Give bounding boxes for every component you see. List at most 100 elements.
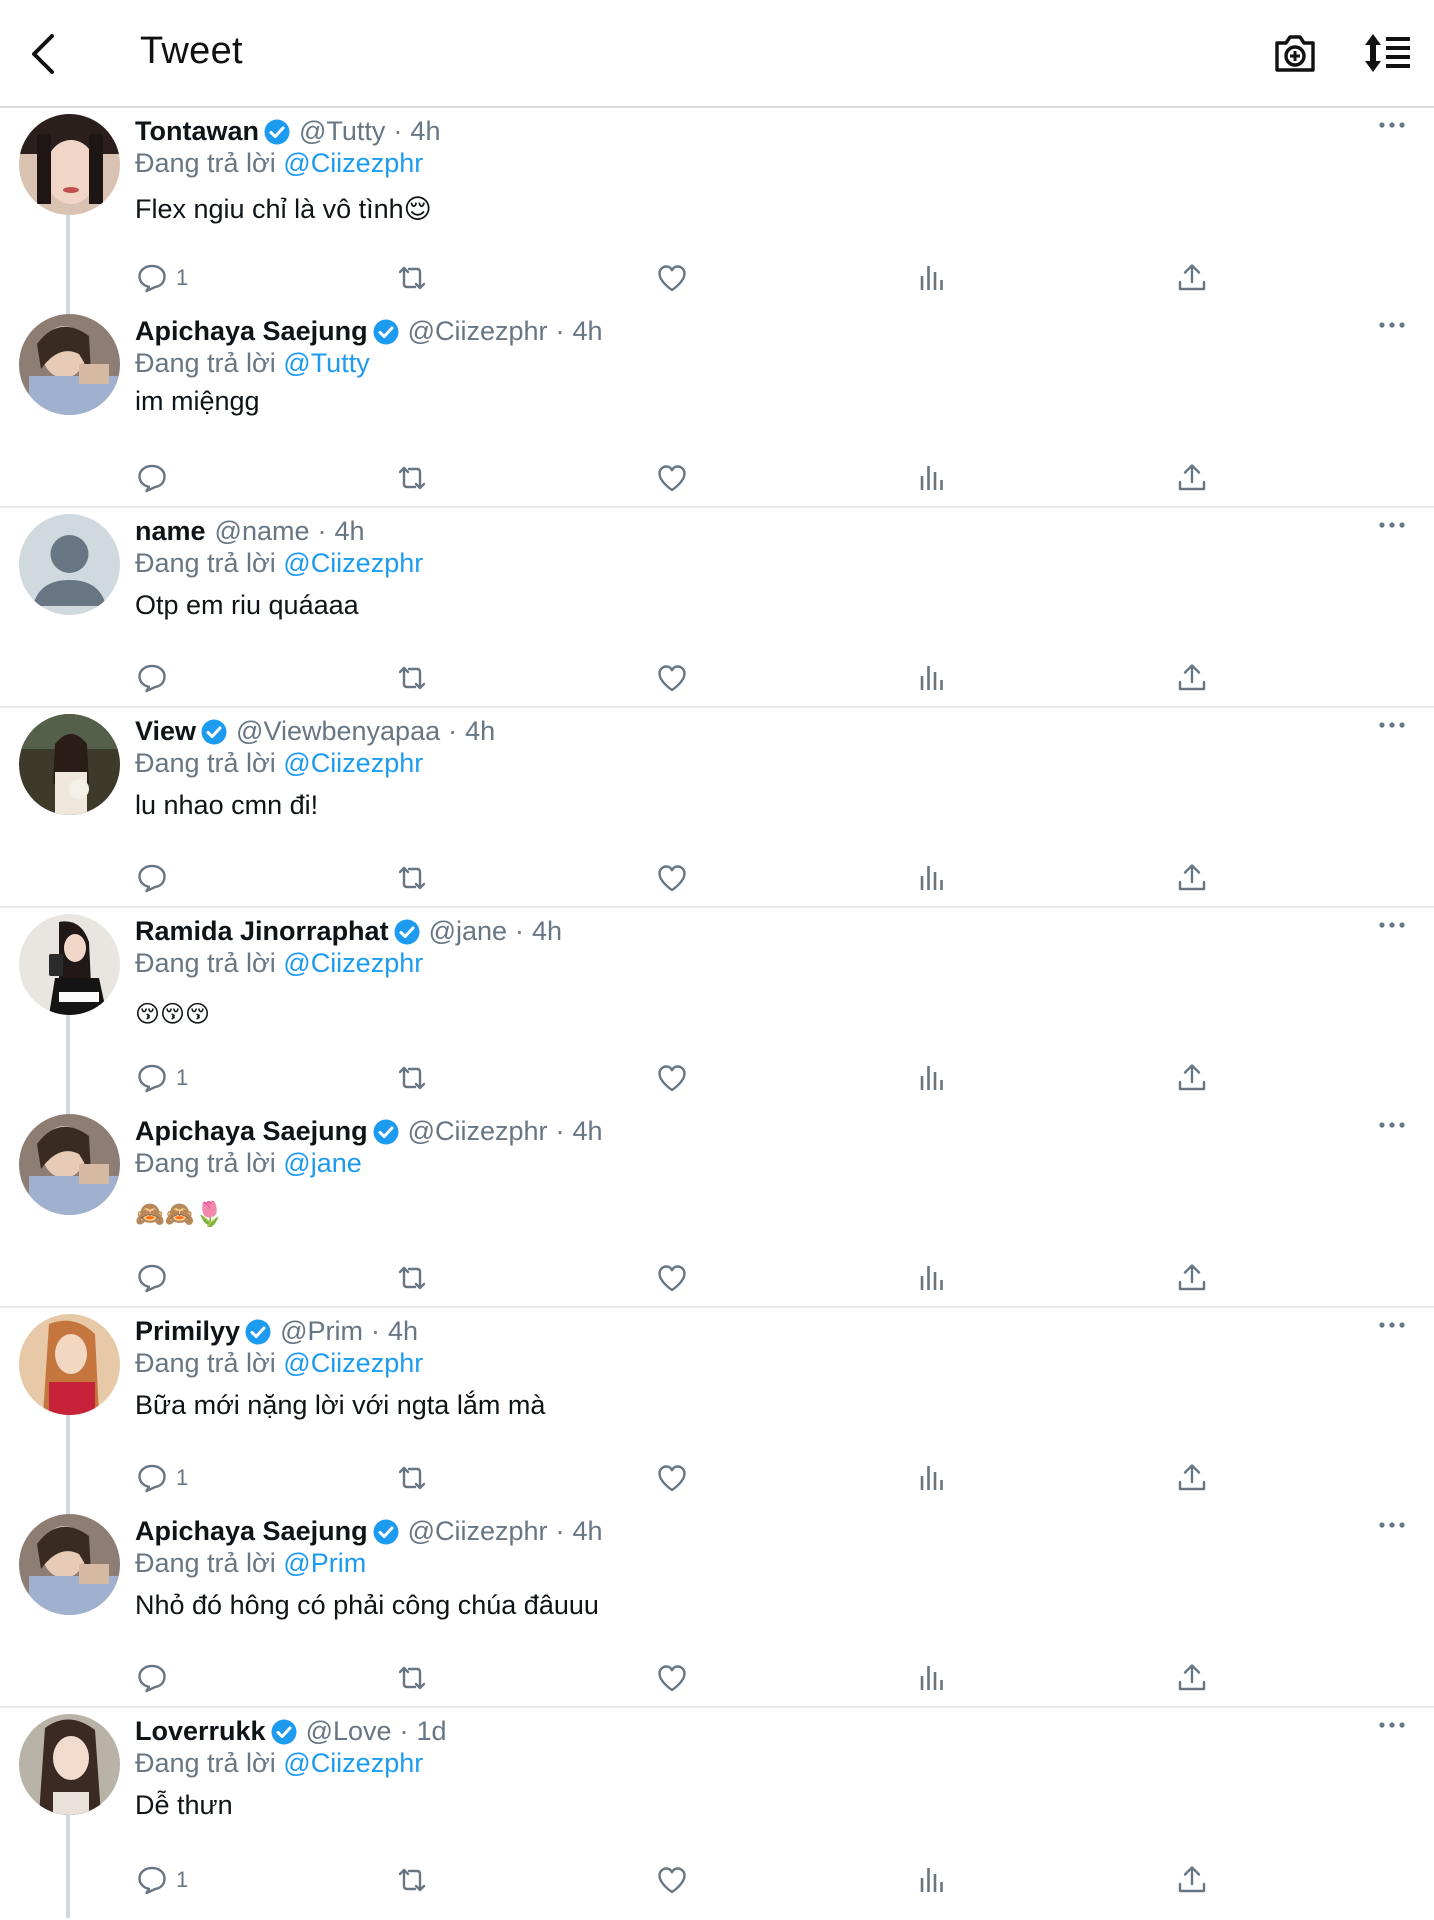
avatar[interactable] — [19, 314, 120, 415]
author-handle[interactable]: @Viewbenyapaa — [236, 716, 440, 747]
more-options-icon[interactable] — [1378, 1520, 1406, 1530]
share-button[interactable] — [1176, 1458, 1208, 1498]
avatar[interactable] — [19, 1714, 120, 1815]
share-button[interactable] — [1176, 1258, 1208, 1298]
share-button[interactable] — [1176, 1058, 1208, 1098]
mention-link[interactable]: @Ciizezphr — [283, 948, 423, 978]
share-button[interactable] — [1176, 458, 1208, 498]
retweet-button[interactable] — [396, 1458, 428, 1498]
reply-button[interactable]: 1 — [136, 1058, 188, 1098]
avatar[interactable] — [19, 914, 120, 1015]
retweet-button[interactable] — [396, 1258, 428, 1298]
views-button[interactable] — [916, 1058, 948, 1098]
more-options-icon[interactable] — [1378, 1320, 1406, 1330]
share-button[interactable] — [1176, 1658, 1208, 1698]
timestamp[interactable]: 4h — [573, 1516, 603, 1547]
share-button[interactable] — [1176, 858, 1208, 898]
mention-link[interactable]: @Ciizezphr — [283, 1348, 423, 1378]
more-options-icon[interactable] — [1378, 920, 1406, 930]
retweet-button[interactable] — [396, 1058, 428, 1098]
author-name[interactable]: Ramida Jinorraphat — [135, 916, 389, 947]
timestamp[interactable]: 4h — [410, 116, 440, 147]
share-button[interactable] — [1176, 1860, 1208, 1900]
avatar[interactable] — [19, 1514, 120, 1615]
author-name[interactable]: Apichaya Saejung — [135, 316, 368, 347]
reply-button[interactable] — [136, 658, 176, 698]
mention-link[interactable]: @Ciizezphr — [283, 548, 423, 578]
mention-link[interactable]: @Tutty — [283, 348, 369, 378]
like-button[interactable] — [656, 658, 688, 698]
views-button[interactable] — [916, 858, 948, 898]
avatar[interactable] — [19, 1114, 120, 1215]
mention-link[interactable]: @jane — [283, 1148, 361, 1178]
tweet[interactable]: Loverrukk @Love · 1d Đang trả lời @Ciize… — [0, 1708, 1434, 1918]
more-options-icon[interactable] — [1378, 720, 1406, 730]
share-button[interactable] — [1176, 658, 1208, 698]
timestamp[interactable]: 4h — [465, 716, 495, 747]
views-button[interactable] — [916, 458, 948, 498]
tweet[interactable]: name @name · 4h Đang trả lời @Ciizezphr … — [0, 508, 1434, 708]
reply-button[interactable] — [136, 1258, 176, 1298]
retweet-button[interactable] — [396, 1860, 428, 1900]
more-options-icon[interactable] — [1378, 1720, 1406, 1730]
author-name[interactable]: Apichaya Saejung — [135, 1116, 368, 1147]
sort-list-icon[interactable] — [1364, 32, 1412, 74]
views-button[interactable] — [916, 1658, 948, 1698]
views-button[interactable] — [916, 258, 948, 298]
timestamp[interactable]: 1d — [417, 1716, 447, 1747]
avatar[interactable] — [19, 714, 120, 815]
author-handle[interactable]: @name — [215, 516, 310, 547]
tweet[interactable]: Apichaya Saejung @Ciizezphr · 4h Đang tr… — [0, 1108, 1434, 1308]
mention-link[interactable]: @Prim — [283, 1548, 366, 1578]
author-handle[interactable]: @Tutty — [299, 116, 385, 147]
like-button[interactable] — [656, 1258, 688, 1298]
tweet[interactable]: Primilyy @Prim · 4h Đang trả lời @Ciizez… — [0, 1308, 1434, 1508]
reply-button[interactable]: 1 — [136, 258, 188, 298]
timestamp[interactable]: 4h — [532, 916, 562, 947]
retweet-button[interactable] — [396, 858, 428, 898]
more-options-icon[interactable] — [1378, 520, 1406, 530]
timestamp[interactable]: 4h — [573, 316, 603, 347]
author-name[interactable]: View — [135, 716, 196, 747]
views-button[interactable] — [916, 1458, 948, 1498]
author-handle[interactable]: @Ciizezphr — [408, 1116, 548, 1147]
views-button[interactable] — [916, 1860, 948, 1900]
tweet[interactable]: Apichaya Saejung @Ciizezphr · 4h Đang tr… — [0, 308, 1434, 508]
more-options-icon[interactable] — [1378, 120, 1406, 130]
camera-plus-icon[interactable] — [1272, 30, 1318, 76]
like-button[interactable] — [656, 258, 688, 298]
tweet[interactable]: Ramida Jinorraphat @jane · 4h Đang trả l… — [0, 908, 1434, 1108]
author-name[interactable]: Primilyy — [135, 1316, 240, 1347]
author-name[interactable]: name — [135, 516, 206, 547]
share-button[interactable] — [1176, 258, 1208, 298]
reply-button[interactable] — [136, 858, 176, 898]
reply-button[interactable]: 1 — [136, 1860, 188, 1900]
views-button[interactable] — [916, 658, 948, 698]
tweet[interactable]: Tontawan @Tutty · 4h Đang trả lời @Ciize… — [0, 108, 1434, 308]
author-name[interactable]: Tontawan — [135, 116, 259, 147]
author-handle[interactable]: @Ciizezphr — [408, 316, 548, 347]
views-button[interactable] — [916, 1258, 948, 1298]
retweet-button[interactable] — [396, 658, 428, 698]
retweet-button[interactable] — [396, 1658, 428, 1698]
like-button[interactable] — [656, 1458, 688, 1498]
timestamp[interactable]: 4h — [573, 1116, 603, 1147]
reply-button[interactable] — [136, 1658, 176, 1698]
like-button[interactable] — [656, 458, 688, 498]
mention-link[interactable]: @Ciizezphr — [283, 748, 423, 778]
avatar[interactable] — [19, 514, 120, 615]
retweet-button[interactable] — [396, 458, 428, 498]
author-name[interactable]: Apichaya Saejung — [135, 1516, 368, 1547]
author-handle[interactable]: @Prim — [280, 1316, 363, 1347]
author-handle[interactable]: @jane — [429, 916, 507, 947]
tweet[interactable]: Apichaya Saejung @Ciizezphr · 4h Đang tr… — [0, 1508, 1434, 1708]
timestamp[interactable]: 4h — [388, 1316, 418, 1347]
more-options-icon[interactable] — [1378, 320, 1406, 330]
timestamp[interactable]: 4h — [335, 516, 365, 547]
tweet[interactable]: View @Viewbenyapaa · 4h Đang trả lời @Ci… — [0, 708, 1434, 908]
more-options-icon[interactable] — [1378, 1120, 1406, 1130]
reply-button[interactable] — [136, 458, 176, 498]
author-name[interactable]: Loverrukk — [135, 1716, 266, 1747]
retweet-button[interactable] — [396, 258, 428, 298]
author-handle[interactable]: @Love — [306, 1716, 392, 1747]
